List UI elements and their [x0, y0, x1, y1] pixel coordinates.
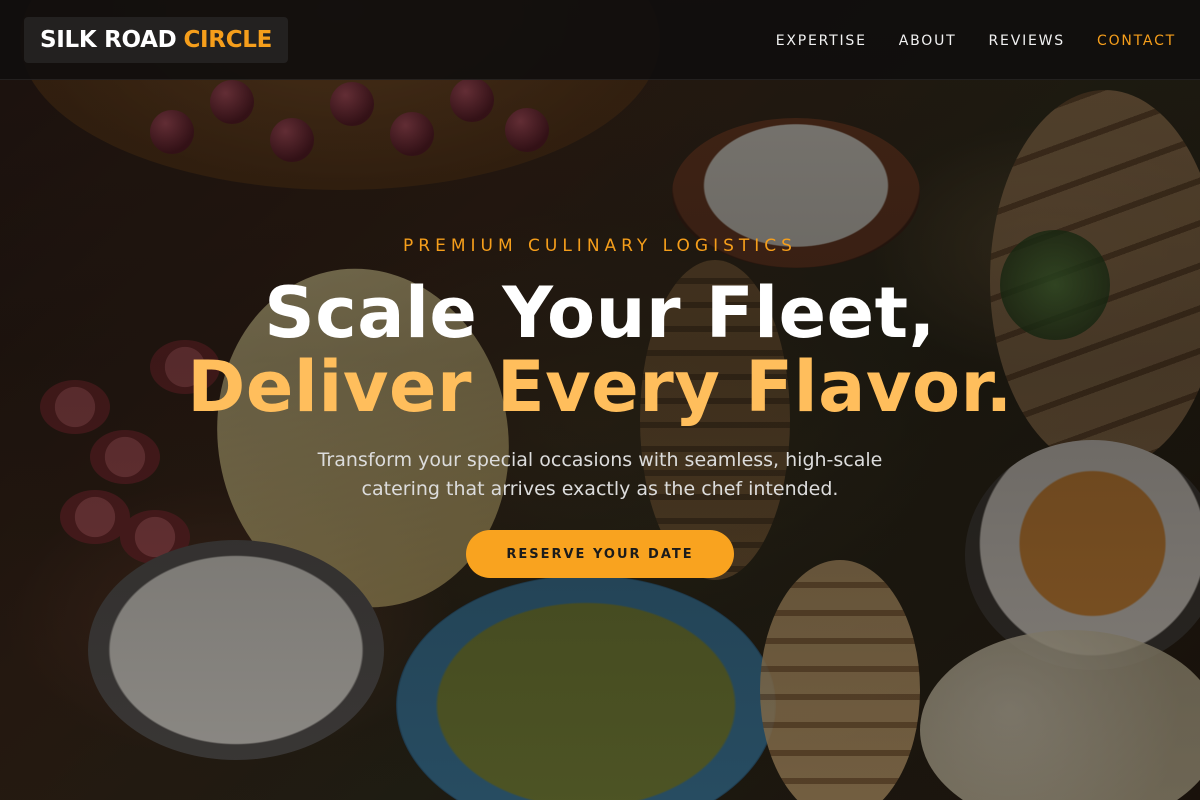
nav-item: CONTACT	[1097, 30, 1176, 49]
hero-headline-line2: Deliver Every Flavor.	[187, 346, 1013, 428]
nav-link-reviews[interactable]: REVIEWS	[989, 33, 1065, 49]
hero-headline: Scale Your Fleet, Deliver Every Flavor.	[0, 276, 1200, 424]
nav-item: ABOUT	[899, 30, 957, 49]
nav-item: REVIEWS	[989, 30, 1065, 49]
hero-headline-line1: Scale Your Fleet,	[264, 272, 936, 354]
reserve-date-button[interactable]: RESERVE YOUR DATE	[466, 530, 734, 578]
brand-logo[interactable]: SILK ROAD CIRCLE	[24, 16, 289, 63]
hero-section: PREMIUM CULINARY LOGISTICS Scale Your Fl…	[0, 80, 1200, 800]
hero-eyebrow: PREMIUM CULINARY LOGISTICS	[403, 236, 797, 256]
brand-name-primary: SILK ROAD	[40, 26, 177, 53]
nav-link-expertise[interactable]: EXPERTISE	[776, 33, 867, 49]
brand-name-accent: CIRCLE	[183, 26, 273, 53]
nav-link-contact[interactable]: CONTACT	[1097, 33, 1176, 49]
site-header: SILK ROAD CIRCLE EXPERTISE ABOUT REVIEWS…	[0, 0, 1200, 80]
nav-item: EXPERTISE	[776, 30, 867, 49]
hero-subtitle: Transform your special occasions with se…	[317, 449, 883, 500]
main-navigation: EXPERTISE ABOUT REVIEWS CONTACT	[776, 30, 1176, 49]
nav-link-about[interactable]: ABOUT	[899, 33, 957, 49]
